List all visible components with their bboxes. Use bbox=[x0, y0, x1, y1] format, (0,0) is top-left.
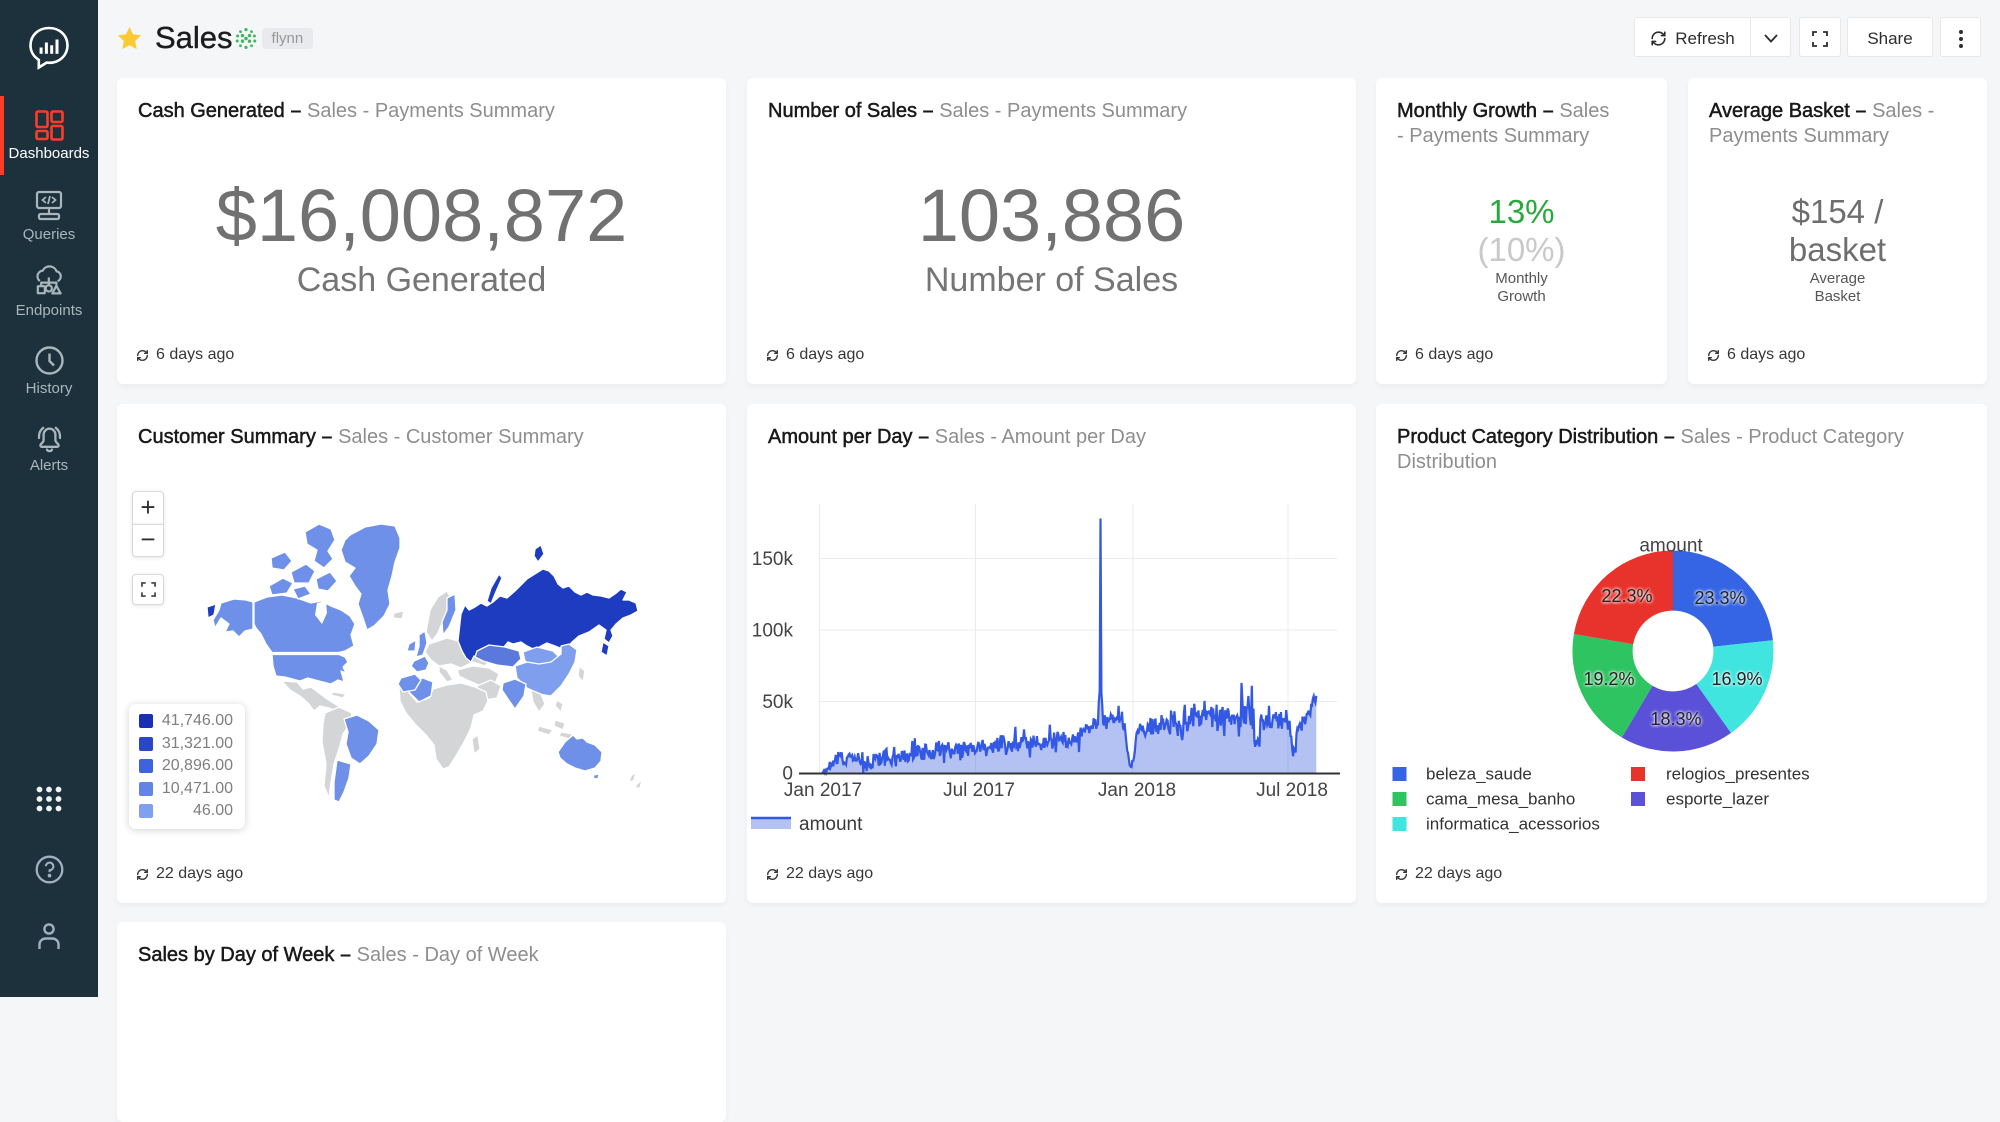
svg-text:18.3%: 18.3% bbox=[1650, 709, 1701, 729]
svg-text:100k: 100k bbox=[752, 621, 794, 642]
svg-text:16.9%: 16.9% bbox=[1711, 669, 1762, 689]
svg-text:esporte_lazer: esporte_lazer bbox=[1666, 790, 1769, 809]
svg-text:Jul 2017: Jul 2017 bbox=[943, 780, 1015, 801]
svg-text:Jul 2018: Jul 2018 bbox=[1256, 780, 1328, 801]
svg-text:informatica_acessorios: informatica_acessorios bbox=[1426, 815, 1600, 834]
svg-text:Jan 2018: Jan 2018 bbox=[1098, 780, 1176, 801]
svg-text:23.3%: 23.3% bbox=[1694, 588, 1745, 608]
svg-text:22.3%: 22.3% bbox=[1601, 586, 1652, 606]
svg-text:19.2%: 19.2% bbox=[1583, 669, 1634, 689]
svg-text:150k: 150k bbox=[752, 549, 794, 570]
svg-text:cama_mesa_banho: cama_mesa_banho bbox=[1426, 790, 1575, 809]
svg-text:50k: 50k bbox=[762, 692, 793, 713]
svg-text:beleza_saude: beleza_saude bbox=[1426, 765, 1532, 784]
svg-text:amount: amount bbox=[1639, 536, 1703, 557]
svg-text:relogios_presentes: relogios_presentes bbox=[1666, 765, 1810, 784]
svg-text:amount: amount bbox=[799, 814, 863, 835]
svg-text:Jan 2017: Jan 2017 bbox=[784, 780, 862, 801]
